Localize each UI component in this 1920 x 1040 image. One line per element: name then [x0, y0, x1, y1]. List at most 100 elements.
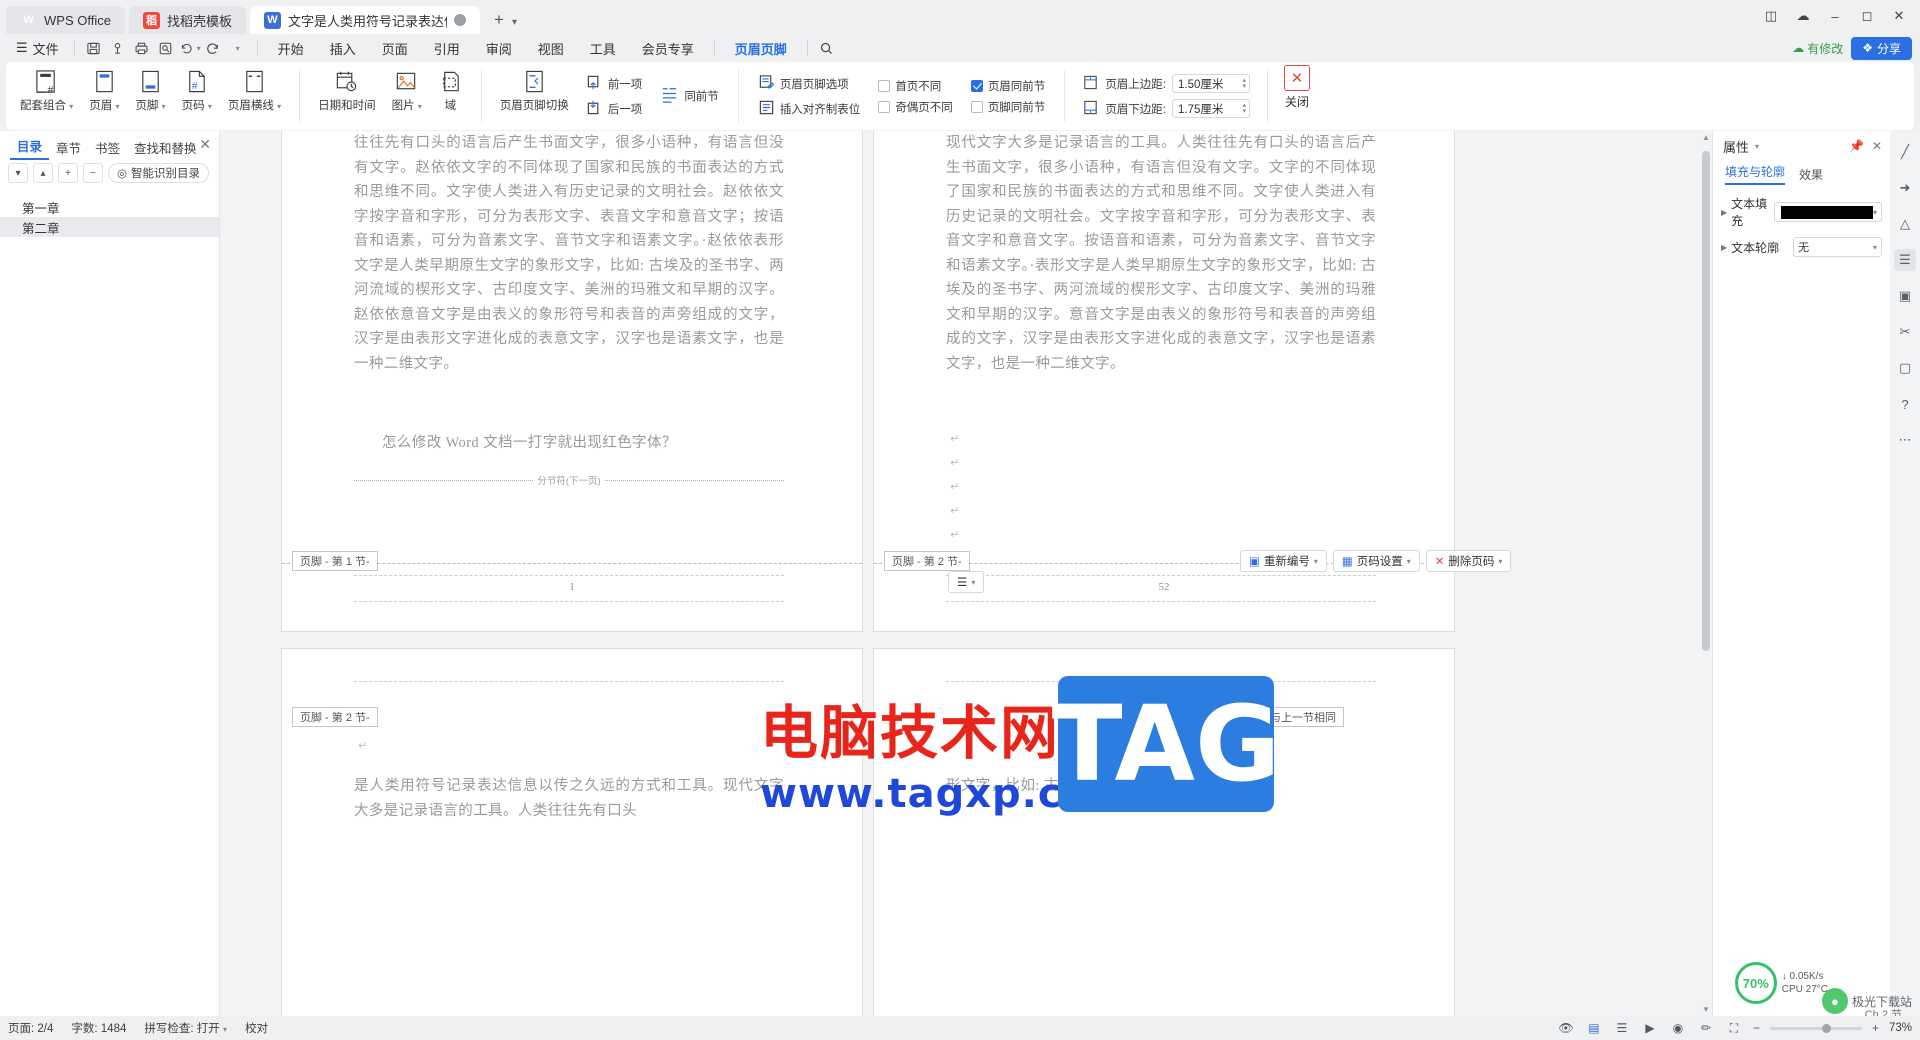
- header-bottom-margin-input[interactable]: 1.75厘米 ▴ ▾: [1172, 99, 1251, 118]
- more-icon[interactable]: ⋯: [1894, 429, 1916, 451]
- window-close-button[interactable]: ✕: [1884, 4, 1914, 28]
- minimize-button[interactable]: –: [1820, 4, 1850, 28]
- smart-toc-button[interactable]: ◎ 智能识别目录: [108, 163, 210, 183]
- tab-review[interactable]: 审阅: [473, 36, 525, 61]
- eye-icon[interactable]: 👁: [1557, 1019, 1575, 1037]
- ribbon-header-footer-options-button[interactable]: 页眉页脚选项: [753, 73, 866, 95]
- save-icon[interactable]: [82, 37, 106, 59]
- tab-insert[interactable]: 插入: [317, 36, 369, 61]
- page-3-body-text[interactable]: 是人类用符号记录表达信息以传之久远的方式和工具。现代文字大多是记录语言的工具。人…: [354, 774, 784, 844]
- checkbox-different-first-page[interactable]: 首页不同: [873, 77, 958, 95]
- cpu-monitor-badge[interactable]: 70% ↓ 0.05K/s CPU 27°C: [1734, 962, 1828, 1004]
- stepper-arrows[interactable]: ▴ ▾: [1243, 77, 1247, 90]
- expand-all-button[interactable]: ▾: [8, 163, 28, 183]
- chevron-down-icon[interactable]: ▾: [512, 17, 517, 28]
- shape-icon[interactable]: △: [1894, 213, 1916, 235]
- zoom-track[interactable]: [1769, 1023, 1862, 1033]
- checkbox-different-odd-even[interactable]: 奇偶页不同: [873, 98, 958, 116]
- print-icon[interactable]: [130, 37, 154, 59]
- maximize-button[interactable]: ◻: [1852, 4, 1882, 28]
- search-doc-icon[interactable]: [154, 37, 178, 59]
- page-number-settings-button[interactable]: ▦ 页码设置 ▾: [1332, 550, 1420, 572]
- new-tab-button[interactable]: +: [488, 9, 510, 31]
- scissors-icon[interactable]: ✂: [1894, 321, 1916, 343]
- cloud-icon[interactable]: ☁: [1788, 4, 1818, 28]
- footer-section-label-1[interactable]: 页脚 - 第 1 节-: [292, 551, 378, 571]
- checkbox-header-same-as-previous[interactable]: 页眉同前节: [966, 77, 1051, 95]
- checkbox-icon[interactable]: [970, 79, 983, 92]
- document-scroll-area[interactable]: 往往先有口头的语言后产生书面文字，很多小语种，有语言但没有文字。赵依依文字的不同…: [220, 131, 1700, 1016]
- align-button[interactable]: ☰ ▾: [948, 571, 985, 593]
- chevron-down-icon[interactable]: ▾: [197, 44, 201, 53]
- tab-start[interactable]: 开始: [265, 36, 317, 61]
- page-view-icon[interactable]: ▤: [1585, 1019, 1603, 1037]
- page-2-body-text[interactable]: 现代文字大多是记录语言的工具。人类往往先有口头的语言后产生书面文字，很多小语种，…: [946, 131, 1376, 421]
- app-tab-wps-office[interactable]: W WPS Office: [6, 6, 125, 34]
- proofread-button[interactable]: 校对: [245, 1020, 268, 1036]
- page-indicator[interactable]: 页面: 2/4: [8, 1020, 53, 1036]
- document-canvas[interactable]: 往往先有口头的语言后产生书面文字，很多小语种，有语言但没有文字。赵依依文字的不同…: [220, 131, 1700, 1016]
- help-icon[interactable]: ?: [1894, 393, 1916, 415]
- tab-effects[interactable]: 效果: [1799, 166, 1823, 183]
- footer-section-label-2[interactable]: 页脚 - 第 2 节-: [884, 551, 970, 571]
- checkbox-icon[interactable]: [878, 79, 891, 92]
- scroll-down-arrow[interactable]: ▼: [1702, 1005, 1710, 1014]
- ribbon-next-item-button[interactable]: 后一项: [581, 98, 648, 120]
- web-view-icon[interactable]: ◉: [1669, 1019, 1687, 1037]
- chevron-down-icon[interactable]: ▾: [1873, 208, 1877, 217]
- chevron-down-icon[interactable]: ▾: [1755, 142, 1759, 151]
- nav-tab-bookmarks[interactable]: 书签: [88, 136, 127, 159]
- text-outline-select[interactable]: 无 ▾: [1793, 237, 1882, 257]
- chevron-down-icon[interactable]: ▾: [1873, 243, 1877, 252]
- chevron-right-icon[interactable]: ▶: [1721, 208, 1727, 217]
- footer-section-label-3[interactable]: 页脚 - 第 2 节-: [292, 707, 378, 727]
- file-menu-button[interactable]: ☰ 文件: [8, 39, 67, 58]
- zoom-in-button[interactable]: +: [1872, 1021, 1879, 1035]
- scroll-up-arrow[interactable]: ▲: [1702, 133, 1710, 142]
- nav-tab-find-replace[interactable]: 查找和替换: [127, 136, 204, 159]
- ribbon-picture-button[interactable]: 图片 ▾: [384, 65, 430, 127]
- redo-icon[interactable]: [202, 37, 226, 59]
- ribbon-switch-header-footer-button[interactable]: 页眉页脚切换: [492, 65, 577, 127]
- zoom-slider[interactable]: [1769, 1023, 1862, 1033]
- chevron-down-icon[interactable]: ▾: [971, 578, 975, 587]
- stepper-arrows[interactable]: ▴ ▾: [1243, 102, 1247, 115]
- ribbon-insert-align-tab-button[interactable]: 插入对齐制表位: [753, 98, 866, 120]
- ribbon-page-number-button[interactable]: # 页码 ▾: [174, 65, 220, 127]
- scrollbar-thumb[interactable]: [1702, 151, 1710, 651]
- pen-view-icon[interactable]: ✏: [1697, 1019, 1715, 1037]
- share-button[interactable]: ❖ 分享: [1851, 36, 1912, 60]
- collapse-all-button[interactable]: ▴: [33, 163, 53, 183]
- delete-page-number-button[interactable]: ✕ 删除页码 ▾: [1425, 550, 1512, 572]
- frame-icon[interactable]: ▢: [1894, 357, 1916, 379]
- header-top-margin-input[interactable]: 1.50厘米 ▴ ▾: [1172, 74, 1251, 93]
- nav-item-chapter-2[interactable]: 第二章: [0, 217, 219, 237]
- tab-page[interactable]: 页面: [369, 36, 421, 61]
- nav-item-chapter-1[interactable]: 第一章: [0, 197, 219, 217]
- undo-icon[interactable]: ▾: [178, 37, 202, 59]
- app-tab-templates[interactable]: 稻 找稻壳模板: [128, 6, 246, 34]
- close-icon[interactable]: ✕: [1872, 139, 1882, 153]
- word-count[interactable]: 字数: 1484: [71, 1020, 126, 1036]
- ribbon-header-rule-button[interactable]: 页眉横线 ▾: [220, 65, 289, 127]
- page-number-floating-toolbar[interactable]: ▣ 重新编号 ▾ ▦ 页码设置 ▾ ✕ 删除页码 ▾: [1240, 550, 1512, 572]
- close-icon[interactable]: [453, 14, 466, 26]
- zoom-out-button[interactable]: −: [1753, 1021, 1760, 1035]
- search-icon[interactable]: [815, 37, 839, 59]
- nav-tab-contents[interactable]: 目录: [10, 134, 50, 160]
- tab-tools[interactable]: 工具: [577, 36, 629, 61]
- fullscreen-icon[interactable]: ⛶: [1725, 1019, 1743, 1037]
- ribbon-previous-item-button[interactable]: 前一项: [581, 73, 648, 95]
- ribbon-field-button[interactable]: 域: [430, 65, 471, 127]
- pin-icon[interactable]: 📌: [1849, 139, 1864, 153]
- ribbon-header-button[interactable]: 页眉 ▾: [81, 65, 127, 127]
- page-1-question-text[interactable]: 怎么修改 Word 文档一打字就出现红色字体？: [382, 431, 802, 456]
- image-icon[interactable]: ▣: [1894, 285, 1916, 307]
- vertical-scrollbar[interactable]: ▲ ▼: [1700, 131, 1712, 1016]
- checkbox-icon[interactable]: [878, 100, 891, 113]
- spellcheck-status[interactable]: 拼写检查: 打开 ▾: [144, 1020, 227, 1036]
- checkbox-footer-same-as-previous[interactable]: 页脚同前节: [966, 98, 1051, 116]
- document-page-1[interactable]: 往往先有口头的语言后产生书面文字，很多小语种，有语言但没有文字。赵依依文字的不同…: [282, 131, 862, 631]
- chevron-down-icon[interactable]: ▾: [1407, 557, 1411, 566]
- close-icon[interactable]: ✕: [199, 136, 211, 153]
